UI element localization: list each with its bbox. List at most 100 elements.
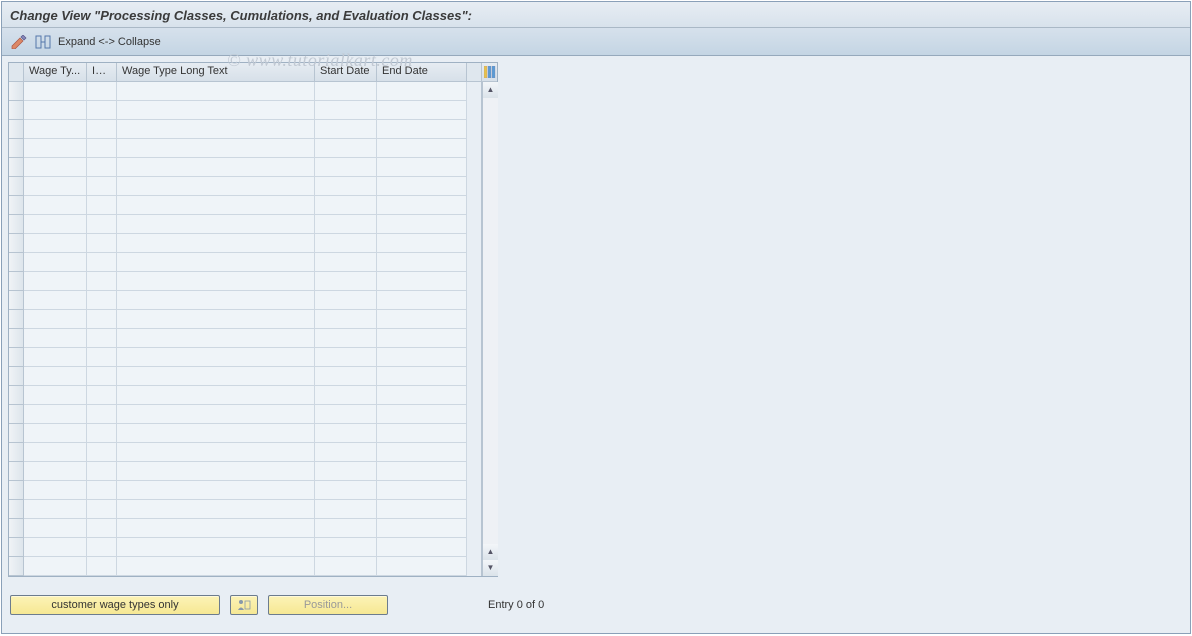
table-cell[interactable] (24, 386, 87, 405)
table-cell[interactable] (117, 329, 315, 348)
row-selector[interactable] (9, 101, 23, 120)
table-cell[interactable] (117, 367, 315, 386)
table-cell[interactable] (117, 462, 315, 481)
toggle-edit-icon[interactable] (10, 33, 28, 51)
table-row[interactable] (24, 386, 481, 405)
table-cell[interactable] (87, 367, 117, 386)
table-cell[interactable] (24, 139, 87, 158)
row-selector[interactable] (9, 139, 23, 158)
table-cell[interactable] (87, 443, 117, 462)
table-row[interactable] (24, 272, 481, 291)
row-selector[interactable] (9, 177, 23, 196)
table-cell[interactable] (24, 158, 87, 177)
table-cell[interactable] (315, 424, 377, 443)
row-selector[interactable] (9, 481, 23, 500)
table-cell[interactable] (315, 310, 377, 329)
table-cell[interactable] (315, 329, 377, 348)
table-cell[interactable] (117, 101, 315, 120)
table-cell[interactable] (117, 196, 315, 215)
scroll-track[interactable] (483, 98, 498, 544)
table-cell[interactable] (315, 101, 377, 120)
table-cell[interactable] (117, 519, 315, 538)
table-cell[interactable] (117, 443, 315, 462)
table-cell[interactable] (117, 500, 315, 519)
table-cell[interactable] (117, 82, 315, 101)
row-selector[interactable] (9, 538, 23, 557)
table-cell[interactable] (315, 462, 377, 481)
table-cell[interactable] (377, 215, 467, 234)
expand-collapse-button[interactable]: Expand <-> Collapse (58, 36, 161, 48)
table-row[interactable] (24, 557, 481, 576)
table-row[interactable] (24, 538, 481, 557)
table-cell[interactable] (117, 481, 315, 500)
table-cell[interactable] (377, 405, 467, 424)
table-cell[interactable] (24, 196, 87, 215)
table-cell[interactable] (315, 177, 377, 196)
table-cell[interactable] (377, 101, 467, 120)
table-cell[interactable] (87, 329, 117, 348)
table-cell[interactable] (87, 348, 117, 367)
table-cell[interactable] (377, 177, 467, 196)
table-cell[interactable] (24, 481, 87, 500)
table-cell[interactable] (377, 158, 467, 177)
table-cell[interactable] (87, 538, 117, 557)
table-cell[interactable] (377, 386, 467, 405)
table-cell[interactable] (117, 158, 315, 177)
row-selector[interactable] (9, 82, 23, 101)
table-row[interactable] (24, 196, 481, 215)
table-cell[interactable] (117, 253, 315, 272)
table-cell[interactable] (377, 82, 467, 101)
table-cell[interactable] (87, 272, 117, 291)
table-cell[interactable] (24, 120, 87, 139)
row-selector[interactable] (9, 234, 23, 253)
table-cell[interactable] (315, 443, 377, 462)
table-cell[interactable] (24, 348, 87, 367)
table-cell[interactable] (87, 291, 117, 310)
table-cell[interactable] (315, 253, 377, 272)
scroll-up-arrow[interactable]: ▲ (483, 82, 498, 98)
table-cell[interactable] (87, 139, 117, 158)
table-cell[interactable] (87, 557, 117, 576)
table-cell[interactable] (315, 481, 377, 500)
table-cell[interactable] (377, 329, 467, 348)
table-row[interactable] (24, 139, 481, 158)
table-cell[interactable] (377, 120, 467, 139)
table-cell[interactable] (117, 348, 315, 367)
table-cell[interactable] (24, 405, 87, 424)
table-cell[interactable] (87, 500, 117, 519)
table-cell[interactable] (377, 310, 467, 329)
table-cell[interactable] (377, 519, 467, 538)
row-selector[interactable] (9, 329, 23, 348)
table-cell[interactable] (117, 405, 315, 424)
table-cell[interactable] (117, 272, 315, 291)
table-cell[interactable] (24, 215, 87, 234)
table-cell[interactable] (377, 348, 467, 367)
table-cell[interactable] (315, 348, 377, 367)
table-row[interactable] (24, 234, 481, 253)
row-selector[interactable] (9, 348, 23, 367)
table-cell[interactable] (117, 557, 315, 576)
table-row[interactable] (24, 481, 481, 500)
scroll-down-arrow-1[interactable]: ▲ (483, 544, 498, 560)
table-cell[interactable] (24, 443, 87, 462)
table-cell[interactable] (24, 82, 87, 101)
table-cell[interactable] (87, 177, 117, 196)
table-cell[interactable] (24, 253, 87, 272)
table-cell[interactable] (117, 215, 315, 234)
table-cell[interactable] (87, 82, 117, 101)
table-cell[interactable] (24, 424, 87, 443)
table-row[interactable] (24, 348, 481, 367)
row-selector[interactable] (9, 462, 23, 481)
table-row[interactable] (24, 253, 481, 272)
table-cell[interactable] (377, 538, 467, 557)
table-cell[interactable] (24, 310, 87, 329)
table-cell[interactable] (315, 386, 377, 405)
table-row[interactable] (24, 329, 481, 348)
row-selector[interactable] (9, 120, 23, 139)
table-cell[interactable] (377, 272, 467, 291)
table-row[interactable] (24, 101, 481, 120)
table-cell[interactable] (117, 139, 315, 158)
table-cell[interactable] (117, 386, 315, 405)
col-header-inf[interactable]: Inf... (87, 63, 117, 81)
table-cell[interactable] (24, 519, 87, 538)
